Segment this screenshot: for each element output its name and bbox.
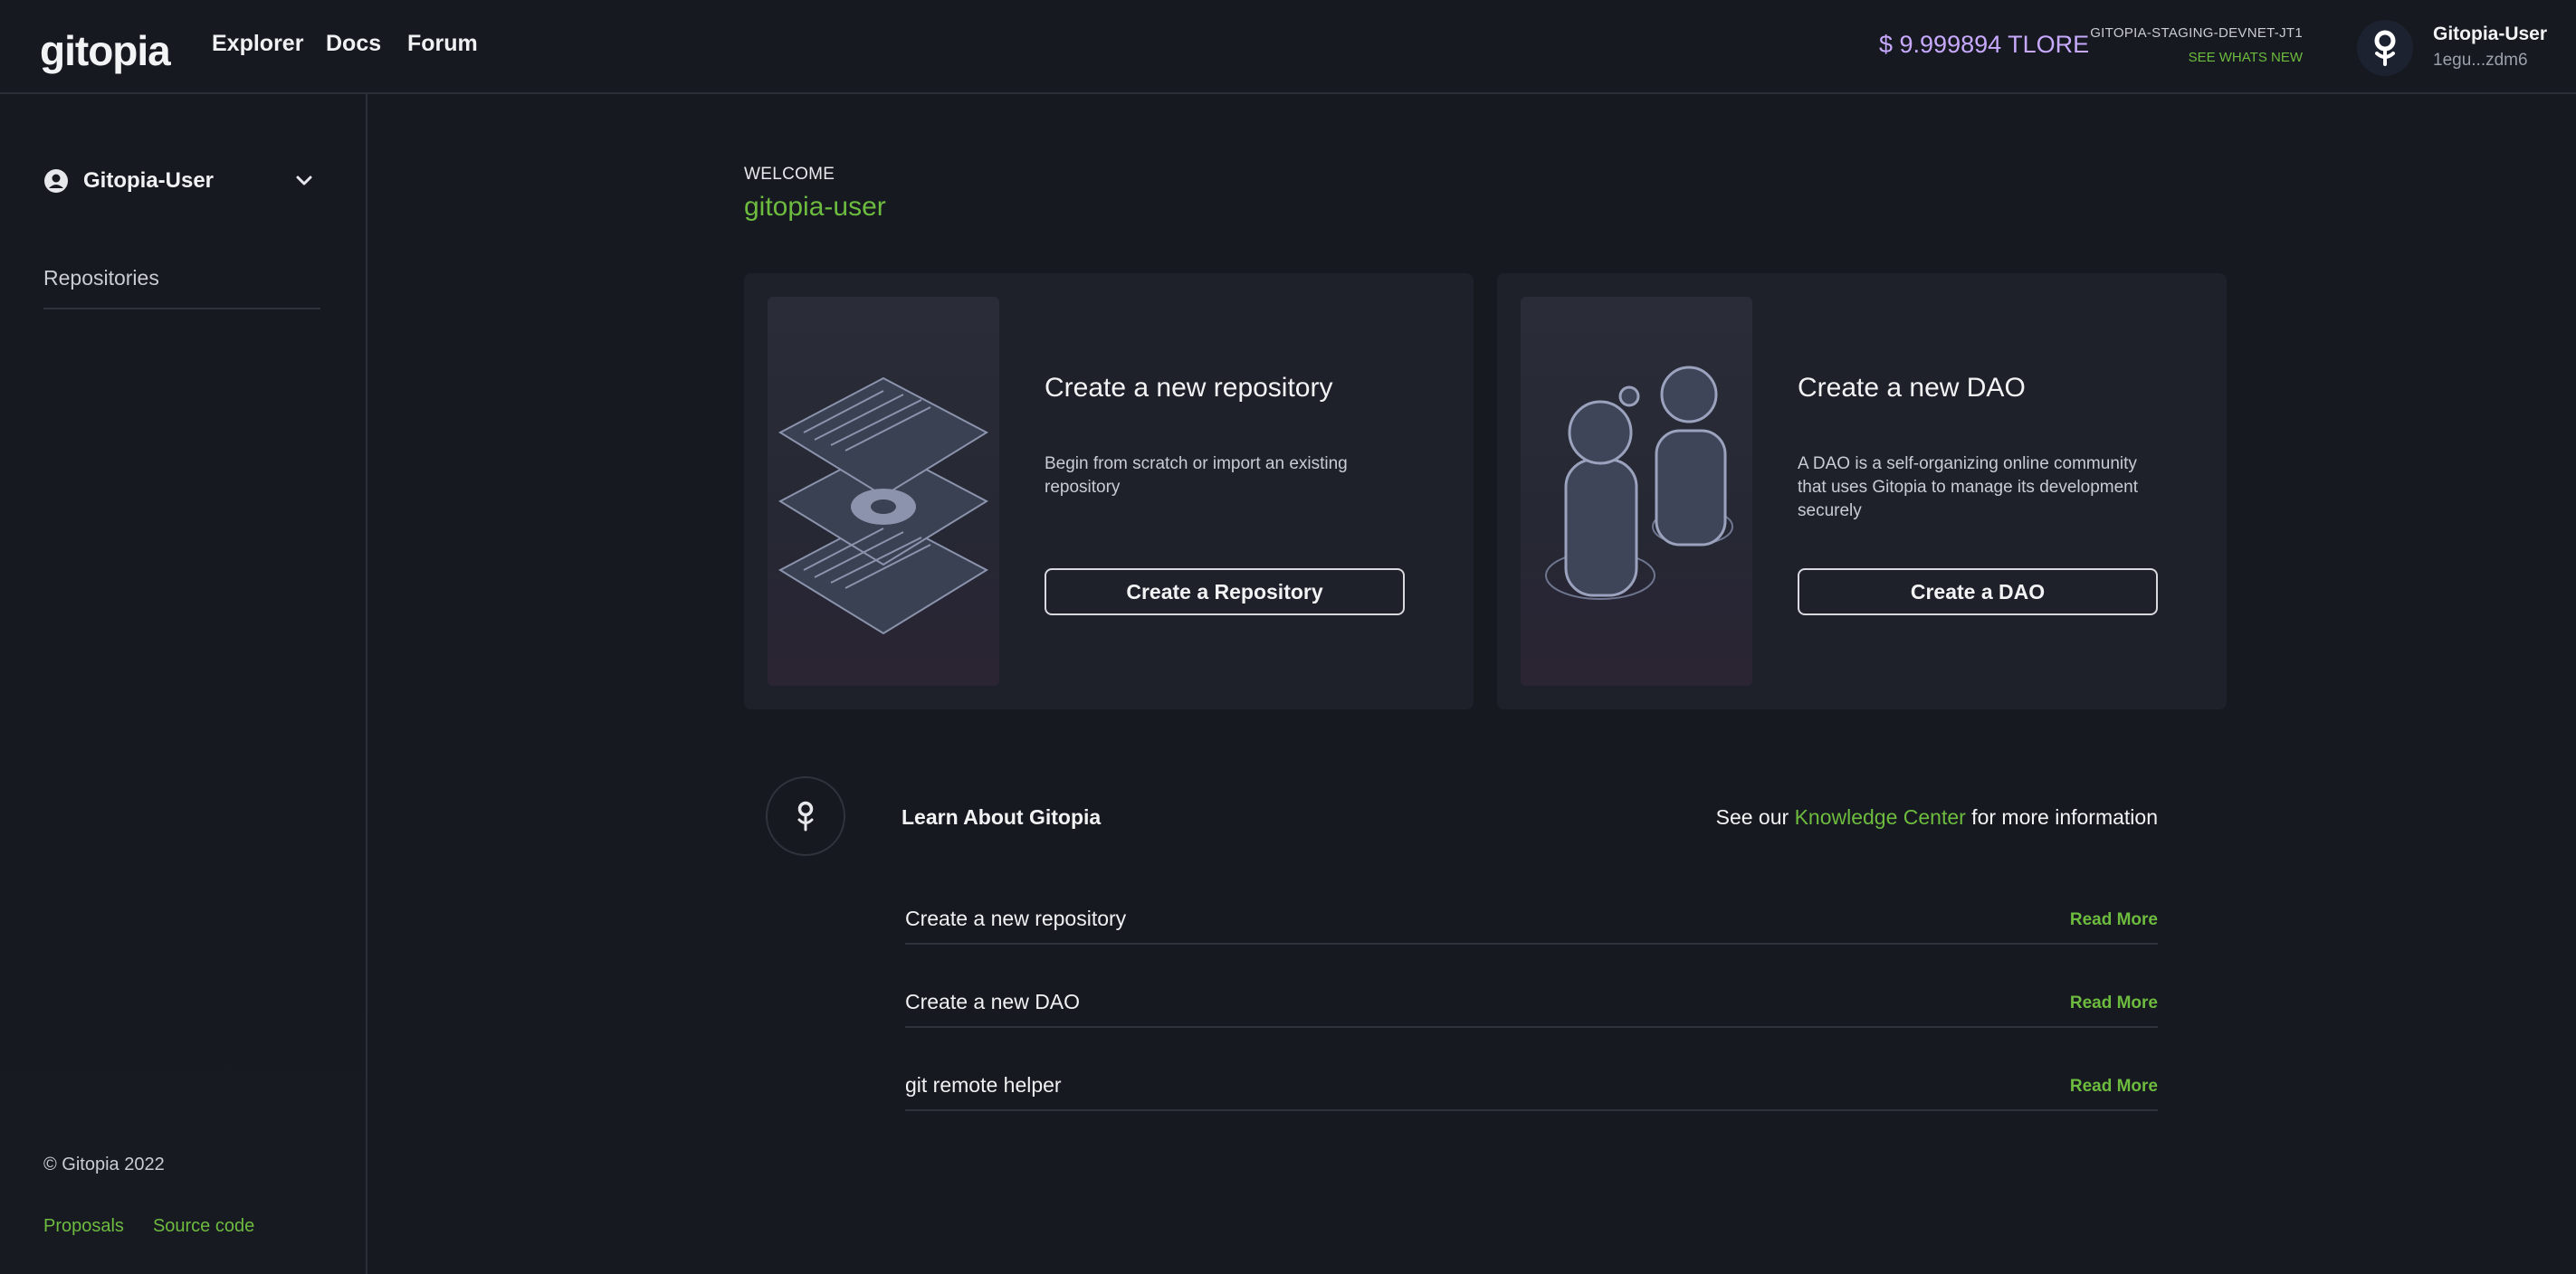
- learn-prefix: See our: [1715, 805, 1795, 829]
- gitopia-avatar-icon[interactable]: [2357, 20, 2413, 76]
- nav-explorer[interactable]: Explorer: [212, 31, 303, 57]
- knowledge-center-link[interactable]: Knowledge Center: [1795, 805, 1966, 829]
- learn-suffix: for more information: [1965, 805, 2158, 829]
- topic-label[interactable]: Create a new DAO: [905, 990, 1080, 1014]
- create-dao-card: Create a new DAO A DAO is a self-organiz…: [1497, 273, 2227, 709]
- learn-title: Learn About Gitopia: [902, 805, 1102, 829]
- user-name: Gitopia-User: [2433, 24, 2548, 44]
- list-item: git remote helper Read More: [905, 1073, 2158, 1111]
- stacked-layers-icon: [778, 376, 989, 635]
- sidebar-footer-links: Proposals Source code: [43, 1216, 254, 1237]
- dao-illustration: [1521, 297, 1752, 686]
- user-address: 1egu...zdm6: [2433, 51, 2528, 70]
- welcome-label: WELCOME: [744, 165, 835, 184]
- sidebar: Gitopia-User Repositories © Gitopia 2022…: [0, 94, 367, 1274]
- proposals-link[interactable]: Proposals: [43, 1216, 124, 1237]
- topic-label[interactable]: Create a new repository: [905, 907, 1126, 931]
- gitopia-logo[interactable]: gitopia: [40, 27, 171, 74]
- card-title: Create a new DAO: [1798, 373, 2026, 403]
- gitopia-mark-icon: [766, 776, 845, 856]
- list-item: Create a new DAO Read More: [905, 990, 2158, 1028]
- welcome-username[interactable]: gitopia-user: [744, 192, 886, 223]
- user-circle-icon: [44, 169, 68, 193]
- list-item: Create a new repository Read More: [905, 907, 2158, 945]
- gitopia-glyph: [797, 801, 814, 832]
- account-label: Gitopia-User: [83, 168, 215, 193]
- nav-docs[interactable]: Docs: [326, 31, 381, 57]
- read-more-link[interactable]: Read More: [2070, 994, 2158, 1013]
- top-navbar: gitopia Explorer Docs Forum $ 9.999894 T…: [0, 0, 2576, 94]
- nav-forum[interactable]: Forum: [407, 31, 478, 57]
- repository-illustration: [768, 297, 999, 686]
- knowledge-center-text: See our Knowledge Center for more inform…: [1716, 805, 2158, 830]
- read-more-link[interactable]: Read More: [2070, 1077, 2158, 1097]
- read-more-link[interactable]: Read More: [2070, 910, 2158, 930]
- logo-text: gitopia: [40, 27, 171, 74]
- gitopia-mark-icon: [2374, 30, 2396, 66]
- card-description: A DAO is a self-organizing online commun…: [1798, 454, 2139, 520]
- card-title: Create a new repository: [1045, 373, 1333, 403]
- people-icon: [1545, 366, 1733, 600]
- topic-label[interactable]: git remote helper: [905, 1073, 1062, 1098]
- network-name: GITOPIA-STAGING-DEVNET-JT1: [2090, 25, 2303, 41]
- user-menu[interactable]: Gitopia-User 1egu...zdm6: [2433, 24, 2547, 71]
- create-dao-button[interactable]: Create a DAO: [1798, 568, 2158, 615]
- source-code-link[interactable]: Source code: [153, 1216, 254, 1237]
- account-selector[interactable]: Gitopia-User: [43, 159, 315, 203]
- sidebar-item-repositories[interactable]: Repositories: [43, 266, 320, 309]
- chevron-down-icon[interactable]: [293, 170, 315, 192]
- copyright: © Gitopia 2022: [43, 1155, 165, 1174]
- wallet-balance[interactable]: $ 9.999894 TLORE: [1879, 31, 2089, 59]
- create-repository-card: Create a new repository Begin from scrat…: [744, 273, 1474, 709]
- network-selector[interactable]: GITOPIA-STAGING-DEVNET-JT1 SEE WHATS NEW: [2090, 25, 2303, 65]
- whats-new-link[interactable]: SEE WHATS NEW: [2090, 50, 2303, 65]
- create-repository-button[interactable]: Create a Repository: [1045, 568, 1405, 615]
- card-description: Begin from scratch or import an existing…: [1045, 454, 1348, 497]
